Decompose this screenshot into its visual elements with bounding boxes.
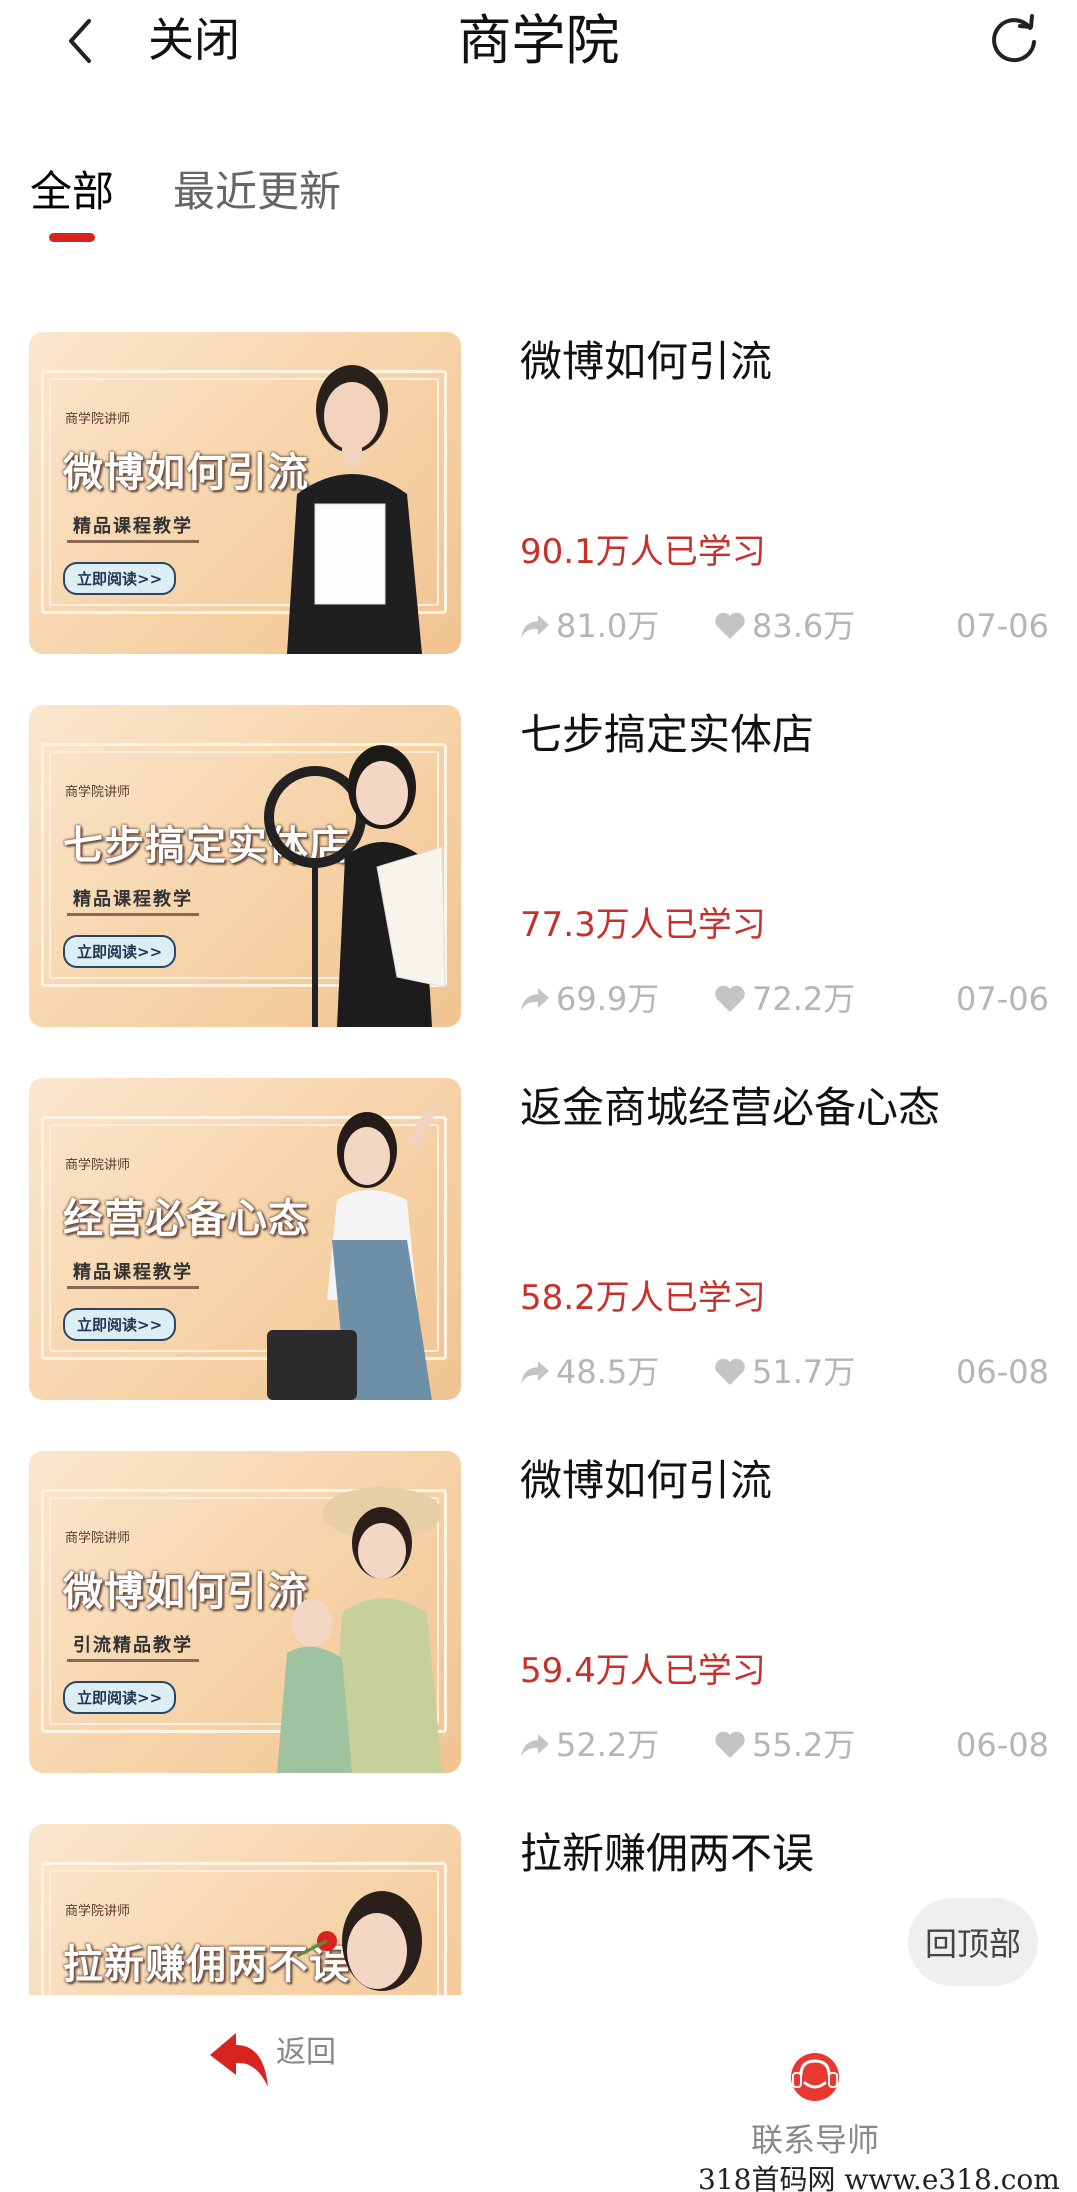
share-count-value: 69.9万: [556, 980, 660, 1018]
contact-mentor-button[interactable]: 联系导师: [745, 2045, 885, 2175]
course-card[interactable]: 商学院讲师 拉新赚佣两不误 拉新赚佣两不误: [0, 1824, 1077, 1995]
like-count[interactable]: 51.7万: [714, 1350, 855, 1394]
heart-icon: [715, 985, 745, 1012]
contact-mentor-label: 联系导师: [750, 2121, 879, 2159]
thumbnail-read-button: 立即阅读>>: [63, 1681, 177, 1714]
course-title[interactable]: 微博如何引流: [520, 332, 772, 392]
course-card[interactable]: 商学院讲师 微博如何引流 精品课程教学 立即阅读>> 微博如何引流 90.1万人…: [0, 332, 1077, 654]
share-count-value: 48.5万: [556, 1353, 660, 1391]
refresh-icon: [992, 14, 1036, 63]
share-icon: [521, 988, 549, 1011]
tab-recent-updates[interactable]: 最近更新: [173, 164, 341, 220]
site-watermark: 318首码网 www.e318.com: [698, 2163, 1060, 2192]
learn-count: 90.1万人已学习: [520, 532, 766, 572]
thumbnail-lecturer-label: 商学院讲师: [65, 785, 131, 800]
share-count[interactable]: 81.0万: [520, 604, 659, 648]
like-count-value: 83.6万: [752, 607, 856, 645]
thumbnail-read-button: 立即阅读>>: [63, 562, 177, 595]
course-title[interactable]: 七步搞定实体店: [520, 705, 814, 765]
course-title[interactable]: 拉新赚佣两不误: [520, 1824, 814, 1884]
thumbnail-subtitle: 精品课程教学: [67, 1256, 199, 1289]
like-count[interactable]: 83.6万: [714, 604, 855, 648]
lecturer-photo: [296, 1891, 422, 1991]
tab-all[interactable]: 全部: [30, 164, 114, 220]
publish-date: 06-08: [956, 1353, 1049, 1391]
lecturer-photo: [267, 1102, 439, 1400]
course-thumbnail[interactable]: 商学院讲师 七步搞定实体店 精品课程教学 立即阅读>>: [29, 705, 461, 1027]
thumbnail-lecturer-label: 商学院讲师: [65, 1158, 131, 1173]
bottom-bar: 返回 联系导师 318首码网 www.e318.com: [0, 1995, 1077, 2192]
thumbnail-subtitle: 精品课程教学: [67, 883, 199, 916]
active-tab-indicator: [49, 233, 95, 242]
course-card[interactable]: 商学院讲师 微博如何引流 引流精品教学 立即阅读>> 微博如何引流 59.4万人…: [0, 1451, 1077, 1773]
thumbnail-lecturer-label: 商学院讲师: [65, 1531, 131, 1546]
course-thumbnail[interactable]: 商学院讲师 微博如何引流 精品课程教学 立即阅读>>: [29, 332, 461, 654]
course-thumbnail[interactable]: 商学院讲师 拉新赚佣两不误: [29, 1824, 461, 1995]
refresh-button[interactable]: [986, 12, 1042, 68]
course-card[interactable]: 商学院讲师 七步搞定实体店 精品课程教学 立即阅读>> 七步搞定实体店 77.3…: [0, 705, 1077, 1027]
lecturer-photo: [277, 1487, 442, 1773]
return-button[interactable]: 返回: [206, 2027, 366, 2107]
course-title[interactable]: 微博如何引流: [520, 1451, 772, 1511]
publish-date: 07-06: [956, 607, 1049, 645]
publish-date: 06-08: [956, 1726, 1049, 1764]
lecturer-photo: [287, 365, 422, 654]
back-to-top-button[interactable]: 回顶部: [908, 1898, 1038, 1986]
app-root: 关闭 商学院 全部 最近更新 商学院讲师 微博如何引流 精品课程教学 立即阅读>…: [0, 0, 1077, 2192]
course-title[interactable]: 返金商城经营必备心态: [520, 1078, 940, 1138]
share-count-value: 81.0万: [556, 607, 660, 645]
heart-icon: [715, 612, 745, 639]
return-arrow-icon: [210, 2033, 268, 2087]
thumbnail-lecturer-label: 商学院讲师: [65, 412, 131, 427]
share-count-value: 52.2万: [556, 1726, 660, 1764]
course-card[interactable]: 商学院讲师 经营必备心态 精品课程教学 立即阅读>> 返金商城经营必备心态 58…: [0, 1078, 1077, 1400]
top-navigation-bar: 关闭 商学院: [0, 0, 1077, 90]
share-icon: [521, 615, 549, 638]
thumbnail-read-button: 立即阅读>>: [63, 935, 177, 968]
like-count[interactable]: 72.2万: [714, 977, 855, 1021]
thumbnail-lecturer-label: 商学院讲师: [65, 1904, 131, 1919]
course-thumbnail[interactable]: 商学院讲师 经营必备心态 精品课程教学 立即阅读>>: [29, 1078, 461, 1400]
publish-date: 07-06: [956, 980, 1049, 1018]
thumbnail-subtitle: 引流精品教学: [67, 1629, 199, 1662]
share-count[interactable]: 48.5万: [520, 1350, 659, 1394]
like-count-value: 72.2万: [752, 980, 856, 1018]
share-icon: [521, 1734, 549, 1757]
learn-count: 59.4万人已学习: [520, 1651, 766, 1691]
lecturer-photo: [264, 745, 446, 1027]
thumbnail-read-button: 立即阅读>>: [63, 1308, 177, 1341]
return-label: 返回: [276, 2035, 336, 2070]
thumbnail-subtitle: 精品课程教学: [67, 510, 199, 543]
like-count-value: 55.2万: [752, 1726, 856, 1764]
headset-icon: [791, 2053, 839, 2101]
like-count-value: 51.7万: [752, 1353, 856, 1391]
share-icon: [521, 1361, 549, 1384]
share-count[interactable]: 69.9万: [520, 977, 659, 1021]
course-thumbnail[interactable]: 商学院讲师 微博如何引流 引流精品教学 立即阅读>>: [29, 1451, 461, 1773]
page-title: 商学院: [457, 9, 620, 72]
learn-count: 58.2万人已学习: [520, 1278, 766, 1318]
like-count[interactable]: 55.2万: [714, 1723, 855, 1767]
heart-icon: [715, 1731, 745, 1758]
learn-count: 77.3万人已学习: [520, 905, 766, 945]
share-count[interactable]: 52.2万: [520, 1723, 659, 1767]
heart-icon: [715, 1358, 745, 1385]
course-list[interactable]: 商学院讲师 微博如何引流 精品课程教学 立即阅读>> 微博如何引流 90.1万人…: [0, 332, 1077, 1995]
